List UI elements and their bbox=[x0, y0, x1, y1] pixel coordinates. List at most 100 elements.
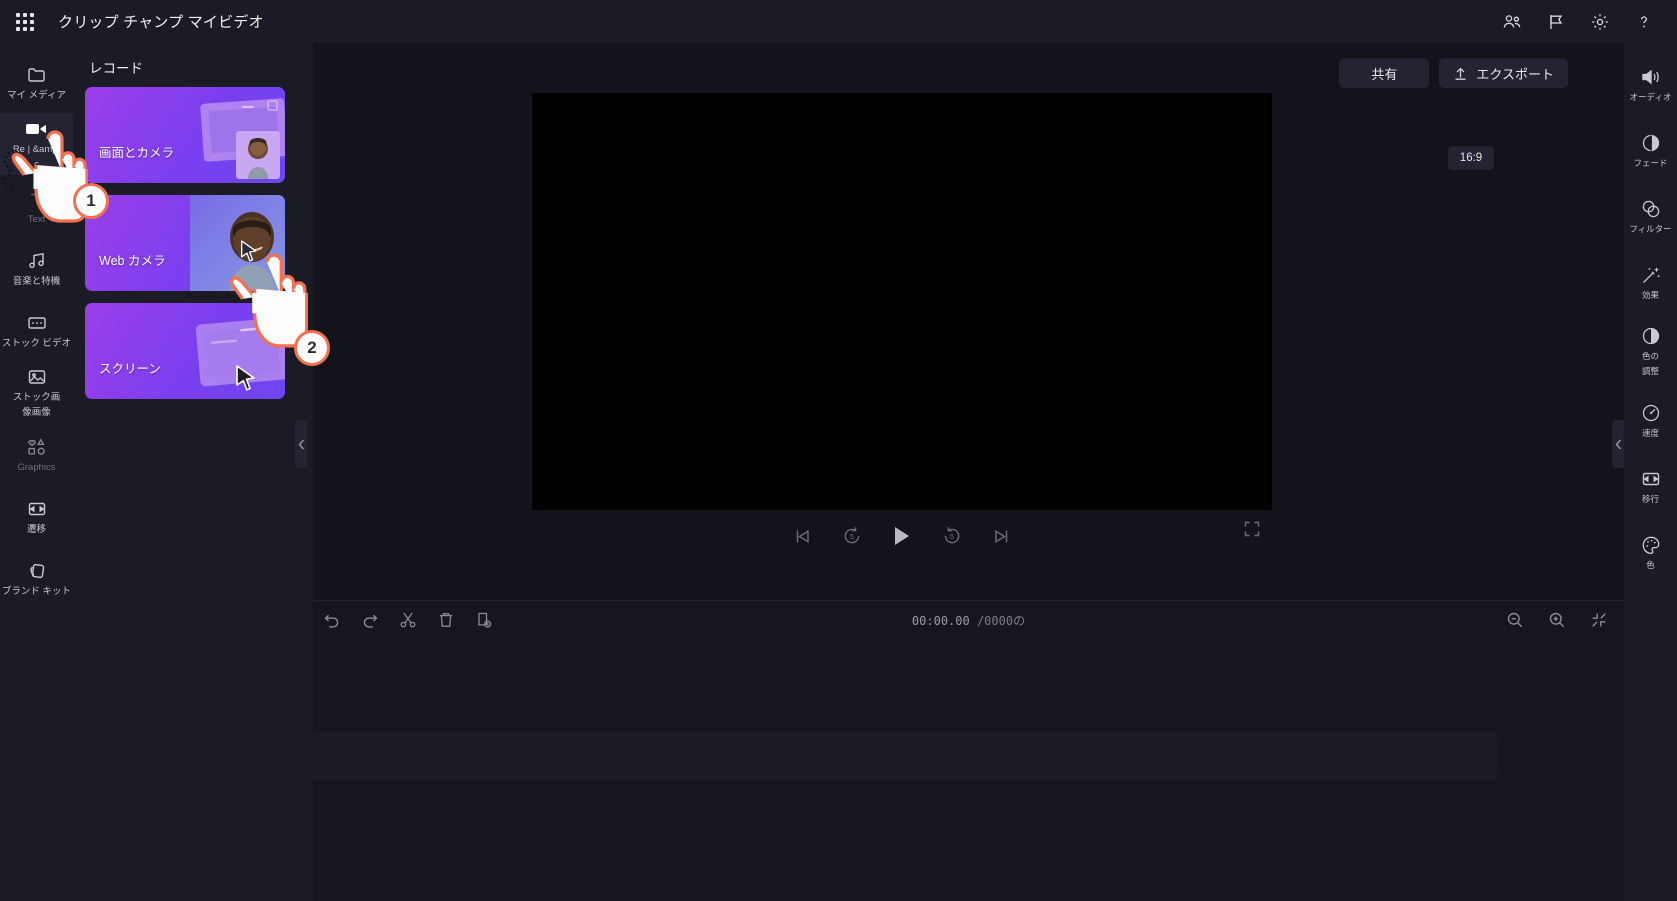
sidebar-item-brand-kit[interactable]: ブランド キット bbox=[0, 547, 73, 609]
music-note-icon bbox=[26, 250, 48, 272]
flag-feedback-icon[interactable] bbox=[1543, 9, 1569, 35]
screen-and-camera-record-card[interactable]: 画面とカメラ bbox=[85, 87, 285, 183]
property-item-color[interactable]: 色 bbox=[1624, 519, 1677, 585]
magnifier-plus-icon bbox=[1549, 612, 1565, 628]
timeline-track-area[interactable] bbox=[313, 643, 1624, 901]
skip-to-end-button[interactable] bbox=[992, 527, 1011, 546]
webcam-thumbnail bbox=[190, 195, 285, 291]
sidebar-item-label: Graphics bbox=[17, 461, 56, 473]
property-item-fade[interactable]: フェード bbox=[1624, 117, 1677, 183]
fit-icon bbox=[1592, 613, 1606, 627]
timeline-panel: 00:00.00 /0000の bbox=[313, 600, 1624, 901]
property-item-label: フィルター bbox=[1629, 223, 1672, 234]
sidebar-item-label-line2: c bbox=[34, 159, 39, 170]
rewind-5-button[interactable]: 5 bbox=[842, 526, 862, 546]
scissors-icon bbox=[400, 612, 416, 628]
split-button[interactable] bbox=[397, 609, 419, 631]
panel-collapse-toggle[interactable] bbox=[295, 420, 307, 468]
sidebar-item-label: ストック ビデオ bbox=[1, 337, 72, 349]
property-item-label: オーディオ bbox=[1629, 91, 1672, 102]
property-item-filter[interactable]: フィルター bbox=[1624, 183, 1677, 249]
aspect-ratio-badge[interactable]: 16:9 bbox=[1448, 146, 1494, 170]
property-item-label: 効果 bbox=[1641, 289, 1659, 300]
video-camera-icon bbox=[25, 118, 49, 140]
zoom-out-button[interactable] bbox=[1504, 609, 1526, 631]
settings-gear-icon[interactable] bbox=[1587, 9, 1613, 35]
fullscreen-button[interactable] bbox=[1244, 521, 1260, 542]
property-item-speed[interactable]: 速度 bbox=[1624, 387, 1677, 453]
screen-and-camera-thumbnail bbox=[190, 87, 285, 183]
image-icon bbox=[26, 366, 48, 388]
forward-5-button[interactable]: 5 bbox=[942, 526, 962, 546]
sidebar-item-my-media[interactable]: マイ メディア bbox=[0, 51, 73, 113]
stage-collapse-toggle[interactable] bbox=[1612, 420, 1624, 468]
sidebar-item-stock-video[interactable]: ストック ビデオ bbox=[0, 299, 73, 361]
top-bar-actions bbox=[1499, 9, 1677, 35]
sidebar-item-label: Re | &amp; bbox=[12, 144, 61, 155]
skip-previous-icon bbox=[796, 529, 809, 543]
export-button-label: エクスポート bbox=[1476, 66, 1554, 82]
sidebar-item-label-line2: 像画像 bbox=[22, 407, 51, 418]
property-item-effects[interactable]: 効果 bbox=[1624, 249, 1677, 315]
sidebar-item-label: ストック画 bbox=[12, 392, 61, 403]
share-button-label: 共有 bbox=[1371, 66, 1398, 82]
forward-5-icon: 5 bbox=[944, 527, 960, 544]
timeline-timecode: 00:00.00 /0000の bbox=[912, 612, 1025, 629]
delete-button[interactable] bbox=[435, 609, 457, 631]
sidebar-item-label: Text bbox=[27, 213, 46, 225]
screen-record-card[interactable]: スクリーン bbox=[85, 303, 285, 399]
share-button[interactable]: 共有 bbox=[1339, 58, 1430, 88]
sidebar-item-music-and-sfx[interactable]: 音楽と特機 bbox=[0, 237, 73, 299]
duplicate-icon bbox=[478, 612, 492, 628]
help-question-icon[interactable] bbox=[1631, 9, 1657, 35]
film-strip-icon bbox=[26, 312, 48, 334]
svg-text:5: 5 bbox=[950, 534, 954, 541]
collaborate-icon[interactable] bbox=[1499, 9, 1525, 35]
svg-text:5: 5 bbox=[850, 534, 854, 541]
sidebar-item-graphics[interactable]: Graphics bbox=[0, 423, 73, 485]
app-launcher-icon[interactable] bbox=[8, 5, 42, 39]
screen-thumbnail bbox=[190, 303, 285, 399]
export-button[interactable]: エクスポート bbox=[1439, 58, 1568, 88]
text-icon bbox=[27, 188, 47, 210]
property-item-label: フェード bbox=[1633, 157, 1668, 168]
fit-timeline-button[interactable] bbox=[1588, 609, 1610, 631]
property-item-audio[interactable]: オーディオ bbox=[1624, 51, 1677, 117]
property-item-transition[interactable]: 移行 bbox=[1624, 453, 1677, 519]
webcam-record-card[interactable]: Web カメラ bbox=[85, 195, 285, 291]
skip-to-start-button[interactable] bbox=[793, 527, 812, 546]
play-button[interactable] bbox=[892, 525, 912, 547]
playback-controls: 5 5 bbox=[532, 513, 1272, 559]
redo-icon bbox=[363, 614, 378, 628]
fade-icon bbox=[1640, 132, 1662, 154]
redo-button[interactable] bbox=[359, 609, 381, 631]
sidebar-item-label: 遷移 bbox=[26, 523, 46, 535]
duplicate-button[interactable] bbox=[473, 609, 495, 631]
undo-button[interactable] bbox=[321, 609, 343, 631]
speedometer-icon bbox=[1640, 402, 1662, 424]
sidebar-item-label: ブランド キット bbox=[1, 585, 72, 597]
magnifier-minus-icon bbox=[1507, 612, 1523, 628]
zoom-in-button[interactable] bbox=[1546, 609, 1568, 631]
folder-icon bbox=[26, 64, 48, 86]
timeline-toolbar: 00:00.00 /0000の bbox=[313, 601, 1624, 643]
top-bar: クリップ チャンプ マイビデオ bbox=[0, 0, 1677, 43]
sidebar-item-text[interactable]: Text bbox=[0, 175, 73, 237]
video-preview-canvas[interactable] bbox=[532, 93, 1272, 510]
rewind-5-icon: 5 bbox=[844, 527, 860, 544]
record-card-label: Web カメラ bbox=[99, 254, 166, 268]
record-card-label: 画面とカメラ bbox=[99, 146, 175, 160]
brand-kit-icon bbox=[26, 560, 48, 582]
record-card-label: スクリーン bbox=[99, 362, 161, 376]
timeline-empty-track[interactable] bbox=[313, 732, 1499, 780]
timeline-zoom-group bbox=[1504, 609, 1610, 631]
transition-icon bbox=[1640, 468, 1662, 490]
property-item-label: 速度 bbox=[1641, 427, 1659, 438]
sidebar-item-transitions[interactable]: 遷移 bbox=[0, 485, 73, 547]
current-time: 00:00.00 bbox=[911, 614, 970, 628]
sidebar-item-stock-images[interactable]: ストック画 像画像 bbox=[0, 361, 73, 423]
sidebar-item-rec-and-create[interactable]: Re | &amp; c bbox=[0, 113, 73, 175]
filter-circles-icon bbox=[1640, 198, 1662, 220]
property-item-color-adjust[interactable]: 色の 調整 bbox=[1624, 315, 1677, 387]
property-item-label: 移行 bbox=[1641, 493, 1659, 504]
